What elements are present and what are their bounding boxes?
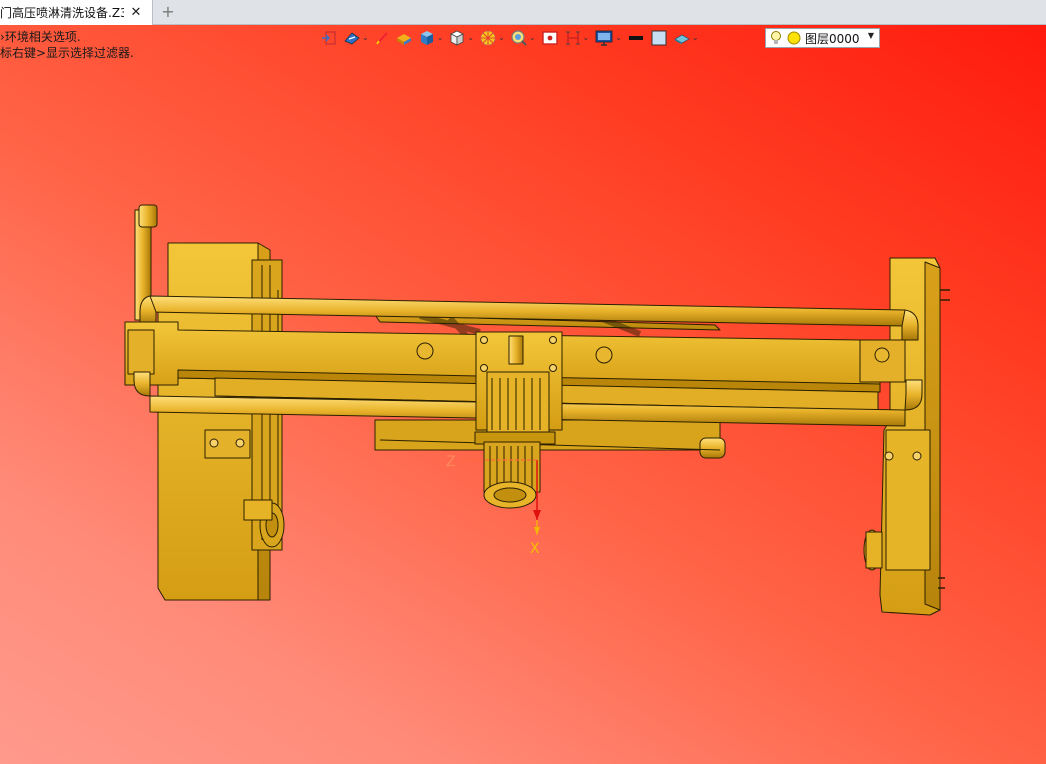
tab-title: 门高压喷淋清洗设备.Z3	[0, 6, 124, 20]
close-icon[interactable]: ✕	[127, 4, 145, 22]
plus-icon[interactable]: +	[159, 2, 177, 22]
axis-x-label: X	[530, 541, 540, 557]
3d-viewport[interactable]: ›环境相关选项. 标右键>显示选择过滤器. ⌄ ⌄ ⌄ ⌄ ⌄ ⌄ ⌄ ⌄ 图层…	[0, 25, 1046, 764]
gantry-model[interactable]: Z X	[0, 25, 1046, 764]
document-tab[interactable]: 门高压喷淋清洗设备.Z3 ✕	[0, 0, 153, 25]
tab-bar: 门高压喷淋清洗设备.Z3 ✕ +	[0, 0, 1046, 25]
axis-z-label: Z	[446, 454, 456, 470]
